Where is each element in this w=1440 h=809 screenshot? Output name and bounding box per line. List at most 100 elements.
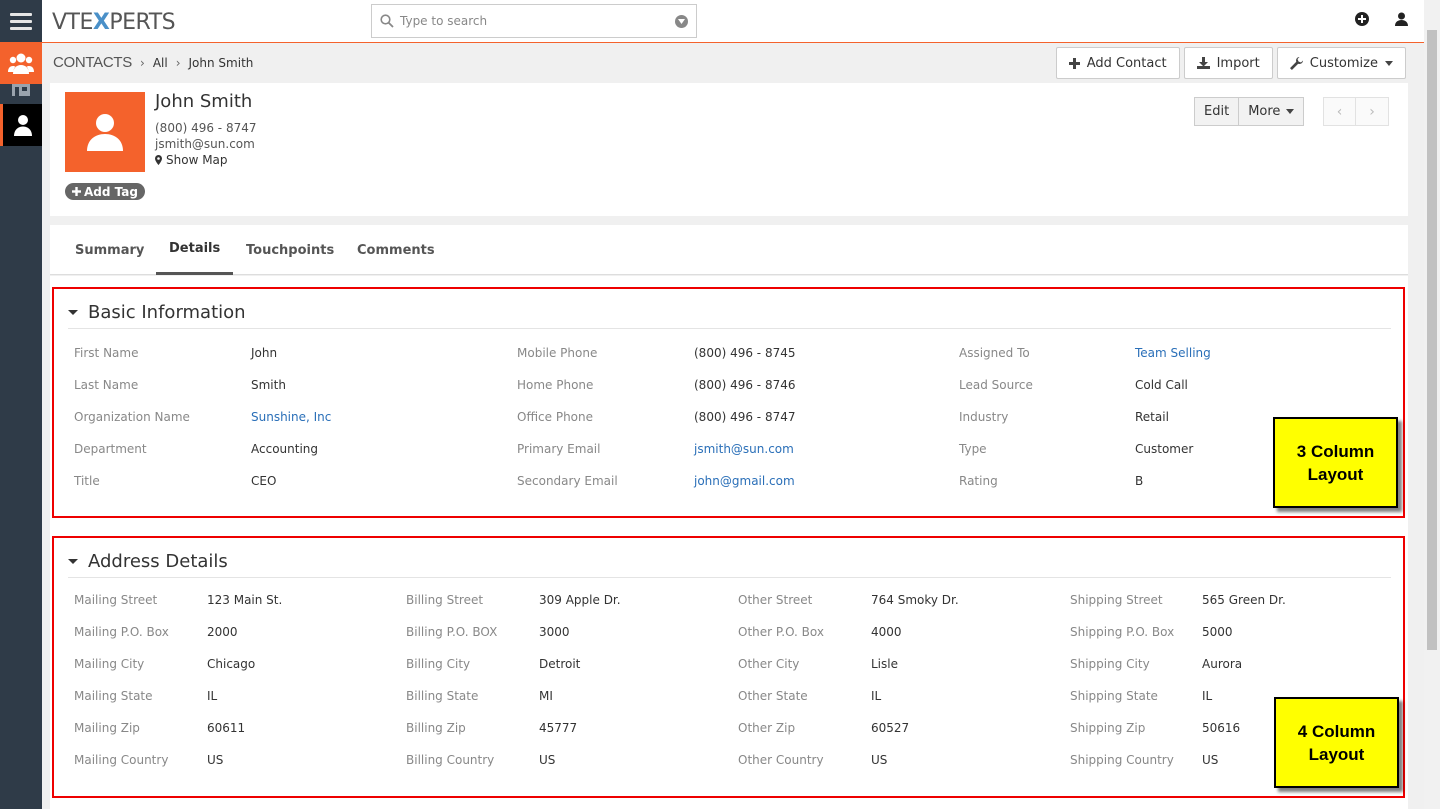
quick-create-icon[interactable]	[1355, 12, 1369, 26]
previous-record-button[interactable]: ‹	[1323, 97, 1356, 126]
basic-information-header[interactable]: Basic Information	[68, 297, 1391, 329]
plus-circle-icon	[72, 187, 81, 196]
add-tag-button[interactable]: Add Tag	[65, 183, 145, 200]
vtexperts-logo[interactable]: VTEXPERTS	[52, 10, 176, 35]
field-label: Billing Street	[406, 593, 484, 607]
field-label: Last Name	[74, 378, 139, 392]
wrench-icon	[1289, 56, 1303, 70]
more-button[interactable]: More	[1239, 97, 1305, 126]
chevron-left-icon: ‹	[1336, 103, 1343, 120]
breadcrumb-filter[interactable]: All	[153, 56, 168, 70]
four-column-layout-callout: 4 Column Layout	[1274, 697, 1399, 788]
field-value: John	[251, 346, 278, 360]
field-label: Shipping Zip	[1070, 721, 1146, 735]
field-label: Organization Name	[74, 410, 190, 424]
user-profile-icon[interactable]	[1395, 12, 1408, 26]
field-label: Lead Source	[959, 378, 1033, 392]
map-marker-icon	[155, 155, 162, 165]
search-options-icon[interactable]	[675, 14, 688, 28]
field-value: CEO	[251, 474, 277, 488]
field-value: 4000	[871, 625, 902, 639]
field-value: 123 Main St.	[207, 593, 283, 607]
tab-comments[interactable]: Comments	[357, 225, 435, 275]
field-value: 2000	[207, 625, 238, 639]
field-row: Title CEO Secondary Email john@gmail.com Rat…	[54, 474, 1403, 494]
field-value[interactable]: Team Selling	[1135, 346, 1211, 360]
store-module-icon[interactable]	[0, 84, 42, 104]
search-input[interactable]: Type to search	[400, 14, 675, 28]
breadcrumb-module[interactable]: CONTACTS	[53, 54, 132, 71]
customize-button[interactable]: Customize	[1276, 47, 1406, 79]
field-row: Mailing Zip 60611 Billing Zip 45777 Other Zi…	[54, 721, 1403, 741]
field-label: Other P.O. Box	[738, 625, 824, 639]
field-label: Billing State	[406, 689, 479, 703]
user-icon	[87, 114, 123, 151]
field-row: Mailing City Chicago Billing City Detroit Ot…	[54, 657, 1403, 677]
field-value[interactable]: john@gmail.com	[694, 474, 795, 488]
global-search[interactable]: Type to search	[371, 4, 697, 38]
import-button[interactable]: Import	[1183, 47, 1273, 79]
field-label: Shipping State	[1070, 689, 1158, 703]
field-label: Assigned To	[959, 346, 1030, 360]
tab-details[interactable]: Details	[156, 225, 234, 275]
caret-down-icon	[1286, 109, 1295, 114]
field-label: Home Phone	[517, 378, 594, 392]
record-email[interactable]: jsmith@sun.com	[155, 137, 255, 151]
collapse-caret-icon	[68, 310, 78, 315]
address-details-header[interactable]: Address Details	[68, 546, 1391, 578]
field-label: Shipping City	[1070, 657, 1150, 671]
menu-icon[interactable]	[0, 0, 42, 42]
field-value: (800) 496 - 8746	[694, 378, 796, 392]
field-label: Other Zip	[738, 721, 796, 735]
tab-touchpoints[interactable]: Touchpoints	[246, 225, 334, 275]
field-label: Type	[959, 442, 987, 456]
breadcrumb: CONTACTS › All › John Smith	[53, 54, 253, 71]
field-value: 60527	[871, 721, 910, 735]
field-value[interactable]: jsmith@sun.com	[694, 442, 794, 456]
field-value: Aurora	[1202, 657, 1243, 671]
caret-down-icon	[1385, 60, 1393, 66]
field-value: Accounting	[251, 442, 319, 456]
field-value: Customer	[1135, 442, 1194, 456]
field-label: Billing Country	[406, 753, 495, 767]
field-label: Mailing Country	[74, 753, 169, 767]
record-phone[interactable]: (800) 496 - 8747	[155, 121, 256, 135]
add-contact-button[interactable]: Add Contact	[1055, 47, 1180, 79]
block-title: Basic Information	[88, 302, 246, 323]
contacts-module-icon[interactable]	[0, 42, 42, 84]
edit-button[interactable]: Edit	[1194, 97, 1240, 126]
field-label: Rating	[959, 474, 998, 488]
field-row: Mailing State IL Billing State MI Other Stat…	[54, 689, 1403, 709]
field-value: B	[1135, 474, 1144, 488]
show-map-link[interactable]: Show Map	[155, 153, 228, 167]
field-value: US	[207, 753, 224, 767]
left-rail	[0, 0, 42, 809]
field-value: 764 Smoky Dr.	[871, 593, 959, 607]
field-value: US	[871, 753, 888, 767]
collapse-caret-icon	[68, 559, 78, 564]
three-column-layout-callout: 3 Column Layout	[1273, 417, 1398, 508]
field-label: First Name	[74, 346, 139, 360]
field-value: Chicago	[207, 657, 256, 671]
field-value: 309 Apple Dr.	[539, 593, 621, 607]
field-label: Title	[74, 474, 100, 488]
vertical-scrollbar[interactable]	[1424, 0, 1440, 809]
block-title: Address Details	[88, 551, 228, 572]
field-label: Primary Email	[517, 442, 601, 456]
field-label: Office Phone	[517, 410, 594, 424]
user-module-icon[interactable]	[0, 104, 42, 146]
field-value: Detroit	[539, 657, 581, 671]
tab-summary[interactable]: Summary	[75, 225, 144, 275]
scrollbar-thumb[interactable]	[1427, 30, 1437, 650]
field-value: Retail	[1135, 410, 1169, 424]
next-record-button[interactable]: ›	[1356, 97, 1389, 126]
field-label: Secondary Email	[517, 474, 618, 488]
field-row: Department Accounting Primary Email jsmith@…	[54, 442, 1403, 462]
field-label: Other Country	[738, 753, 824, 767]
field-value[interactable]: Sunshine, Inc	[251, 410, 331, 424]
field-value: 5000	[1202, 625, 1233, 639]
field-label: Mailing State	[74, 689, 153, 703]
field-label: Other Street	[738, 593, 813, 607]
field-value: MI	[539, 689, 553, 703]
contact-avatar	[65, 92, 145, 172]
